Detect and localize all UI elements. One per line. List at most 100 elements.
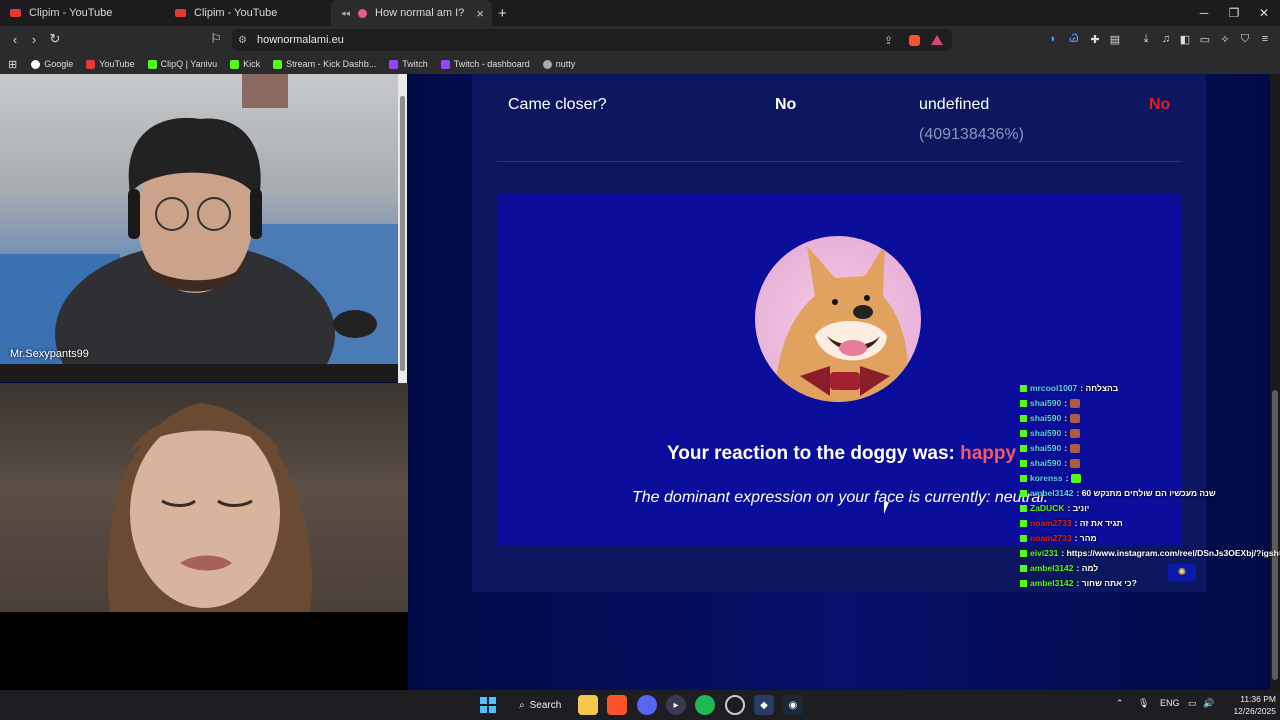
black-area [0, 612, 408, 690]
new-tab-button[interactable]: + [498, 0, 514, 26]
extension-a-icon[interactable]: Ꮚ [1066, 31, 1082, 47]
chat-message: noam2733: מהר [1020, 531, 1097, 545]
minimize-icon[interactable]: ─ [1188, 0, 1220, 26]
youtube-icon [175, 9, 186, 17]
bookmark-clipq[interactable]: ClipQ | Yanivu [147, 59, 217, 69]
clock[interactable]: 11:36 PM 12/26/2025 [1220, 693, 1276, 717]
forward-icon[interactable]: › [25, 30, 43, 48]
reload-icon[interactable]: ↻ [46, 30, 64, 48]
site-info-icon[interactable]: ⚙ [238, 35, 247, 46]
brave-rewards-icon[interactable] [931, 35, 943, 45]
dominant-expression-text: The dominant expression on your face is … [632, 489, 1049, 506]
chat-message: korenss: [1020, 471, 1082, 485]
back-icon[interactable]: ‹ [6, 30, 24, 48]
close-window-icon[interactable]: ✕ [1248, 0, 1280, 26]
wallet-icon[interactable]: ▭ [1197, 31, 1213, 47]
twitch-icon [389, 59, 399, 69]
apps-grid-icon[interactable]: ⊞ [8, 58, 17, 71]
kick-icon [147, 59, 157, 69]
clock-date: 12/26/2025 [1233, 706, 1276, 716]
tab-label: How normal am I? [375, 7, 465, 19]
leo-ai-icon[interactable]: ✧ [1217, 31, 1233, 47]
kick-badge-icon [1020, 564, 1027, 572]
reaction-video [0, 383, 408, 612]
average-value: undefined [919, 96, 990, 113]
kick-icon [273, 59, 283, 69]
streamer-webcam [0, 74, 398, 364]
taskbar-search[interactable]: ⌕ Search [509, 694, 571, 716]
address-bar-row: ‹ › ↻ ⚐ ⚙ hownormalami.eu ⇪ ◗ Ꮚ ✚ ▤ ⤓ ♫ … [0, 26, 1280, 54]
mouse-cursor-icon [884, 502, 889, 514]
media-app-icon[interactable]: ▸ [666, 695, 686, 715]
app-icon[interactable]: ◆ [754, 695, 774, 715]
kick-badge-icon [1020, 549, 1027, 557]
obs-icon[interactable] [725, 695, 745, 715]
file-explorer-icon[interactable] [578, 695, 598, 715]
windows-start-icon[interactable] [478, 695, 498, 715]
network-icon[interactable]: ▭ [1188, 698, 1197, 709]
media-icon[interactable]: ♫ [1158, 31, 1174, 47]
chat-message: ambel3142: כי אתה שחור? [1020, 576, 1137, 590]
share-icon[interactable]: ⇪ [884, 34, 893, 47]
sidebar-icon[interactable]: ◧ [1177, 31, 1193, 47]
bookmark-youtube[interactable]: YouTube [86, 59, 135, 69]
microphone-icon[interactable]: 🎙 [1138, 698, 1149, 709]
chat-message: shai590: [1020, 441, 1081, 455]
emote-icon [1070, 413, 1081, 423]
discord-icon[interactable] [637, 695, 657, 715]
kick-badge-icon [1020, 429, 1027, 437]
url-field[interactable]: ⚙ hownormalami.eu ⇪ [232, 29, 952, 51]
emote-icon [1070, 443, 1081, 453]
translate-icon[interactable]: ◗ [1045, 31, 1061, 47]
taskbar: ⌕ Search ▸ ◆ ◉ ⌃ 🎙 ENG ▭ 🔊 11:36 PM 12/2… [0, 690, 1280, 720]
chat-message: shai590: [1020, 456, 1081, 470]
reaction-value: happy [960, 443, 1017, 464]
streamer-name-label: Mr.Sexypants99 [10, 348, 89, 360]
google-icon [31, 59, 41, 69]
steam-icon[interactable]: ◉ [783, 695, 803, 715]
close-tab-icon[interactable]: × [476, 6, 484, 21]
kick-badge-icon [1020, 474, 1027, 482]
chat-message: mrcool1007: בהצלחה [1020, 381, 1118, 395]
vpn-icon[interactable]: ⛉ [1237, 31, 1253, 47]
brave-browser-icon[interactable] [607, 695, 627, 715]
bookmark-twitch[interactable]: Twitch [389, 59, 428, 69]
average-percent: (409138436%) [919, 126, 1024, 143]
chat-overlay: mrcool1007: בהצלחה shai590: shai590: sha… [1020, 381, 1280, 593]
webcam-scrollbar-thumb[interactable] [400, 96, 405, 371]
tab-search-icon[interactable]: ▤ [1107, 31, 1123, 47]
twitch-icon [440, 59, 450, 69]
youtube-icon [86, 59, 96, 69]
volume-icon[interactable]: 🔊 [1203, 698, 1214, 709]
tab-how-normal[interactable]: ◂◂ How normal am I? × [331, 0, 492, 26]
kick-badge-icon [1020, 579, 1027, 587]
search-icon: ⌕ [519, 699, 525, 711]
download-icon[interactable]: ⤓ [1138, 31, 1154, 47]
bookmark-kick-dashboard[interactable]: Stream - Kick Dashb... [273, 59, 376, 69]
extensions-icon[interactable]: ✚ [1087, 31, 1103, 47]
kick-badge-icon [1020, 414, 1027, 422]
chat-message: ZaDUCK: יוניב [1020, 501, 1089, 515]
tab-clipim-2[interactable]: Clipim - YouTube [165, 0, 331, 26]
tray-overflow-icon[interactable]: ⌃ [1116, 698, 1124, 709]
tab-clipim-1[interactable]: Clipim - YouTube [0, 0, 165, 26]
bookmark-google[interactable]: Google [31, 59, 73, 69]
menu-icon[interactable]: ≡ [1257, 31, 1273, 47]
answer-value: No [775, 96, 797, 113]
bookmark-kick[interactable]: Kick [230, 59, 260, 69]
bookmark-twitch-dashboard[interactable]: Twitch - dashboard [440, 59, 530, 69]
nutty-icon [542, 59, 552, 69]
brave-shield-icon[interactable] [909, 34, 920, 46]
kick-badge-icon [1020, 489, 1027, 497]
emote-icon [1070, 398, 1081, 408]
bookmark-nutty[interactable]: nutty [542, 59, 575, 69]
kick-badge-icon [1020, 504, 1027, 512]
chat-message: noam2733: תגיד את זה [1020, 516, 1123, 530]
spotify-icon[interactable] [695, 695, 715, 715]
language-indicator[interactable]: ENG [1160, 698, 1180, 708]
restore-icon[interactable]: ❐ [1218, 0, 1250, 26]
bookmark-icon[interactable]: ⚐ [207, 30, 225, 48]
reaction-prefix: Your reaction to the doggy was: [667, 443, 955, 464]
bookmarks-bar: ⊞ Google YouTube ClipQ | Yanivu Kick Str… [0, 54, 1280, 74]
kick-badge-icon [1020, 384, 1027, 392]
